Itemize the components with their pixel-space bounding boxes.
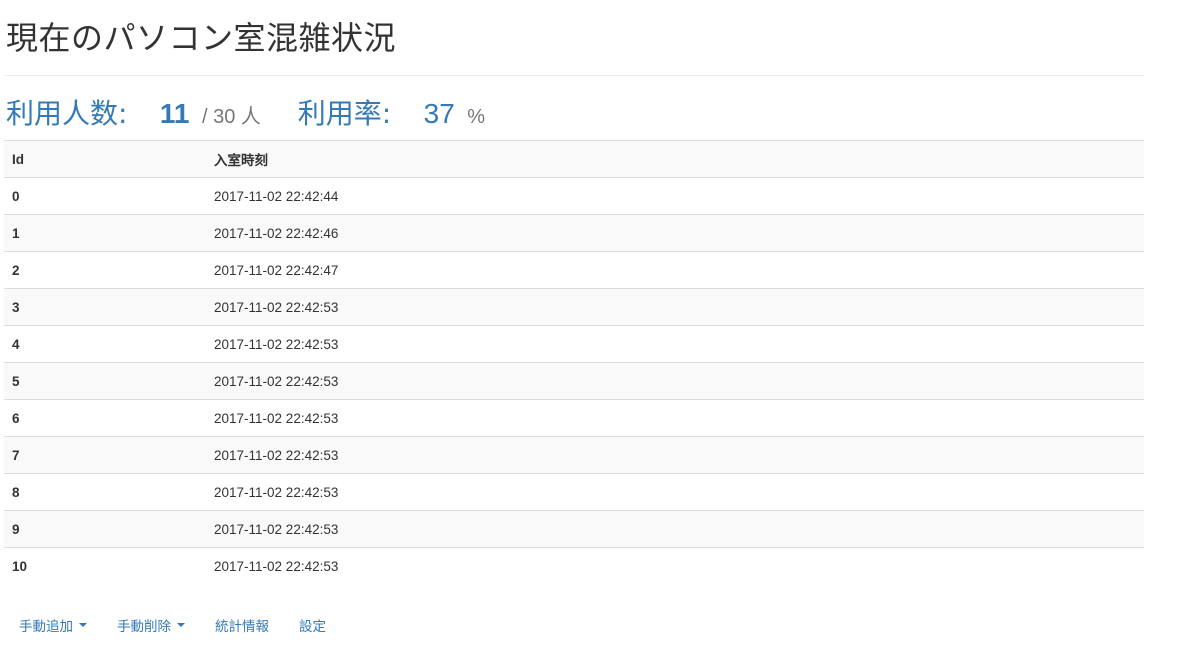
page-title: 現在のパソコン室混雑状況 — [4, 0, 1144, 76]
main-container: 現在のパソコン室混雑状況 利用人数: 11 / 30 人 利用率: 37 % I… — [4, 0, 1144, 585]
table-row: 4 2017-11-02 22:42:53 — [4, 325, 1144, 363]
column-header-entry-time: 入室時刻 — [206, 140, 1144, 178]
row-id: 1 — [4, 214, 206, 252]
row-id: 0 — [4, 177, 206, 215]
users-table: Id 入室時刻 0 2017-11-02 22:42:44 1 2017-11-… — [4, 140, 1144, 585]
table-row: 7 2017-11-02 22:42:53 — [4, 436, 1144, 474]
table-row: 3 2017-11-02 22:42:53 — [4, 288, 1144, 326]
table-row: 2 2017-11-02 22:42:47 — [4, 251, 1144, 289]
manual-delete-dropdown[interactable]: 手動削除 — [102, 615, 200, 635]
users-count: 11 — [159, 98, 190, 129]
row-id: 2 — [4, 251, 206, 289]
row-entry-time: 2017-11-02 22:42:46 — [206, 214, 1144, 252]
row-entry-time: 2017-11-02 22:42:53 — [206, 510, 1144, 548]
row-id: 8 — [4, 473, 206, 511]
caret-down-icon — [177, 623, 185, 627]
table-row: 9 2017-11-02 22:42:53 — [4, 510, 1144, 548]
manual-add-label: 手動追加 — [19, 619, 73, 635]
row-id: 7 — [4, 436, 206, 474]
usage-stats: 利用人数: 11 / 30 人 利用率: 37 % — [4, 76, 1144, 140]
row-entry-time: 2017-11-02 22:42:53 — [206, 399, 1144, 437]
row-id: 6 — [4, 399, 206, 437]
statistics-link[interactable]: 統計情報 — [200, 615, 284, 635]
rate-unit: % — [467, 106, 486, 128]
row-id: 9 — [4, 510, 206, 548]
table-row: 10 2017-11-02 22:42:53 — [4, 547, 1144, 585]
settings-link[interactable]: 設定 — [284, 615, 341, 635]
row-id: 5 — [4, 362, 206, 400]
settings-label: 設定 — [299, 619, 326, 635]
row-entry-time: 2017-11-02 22:42:53 — [206, 436, 1144, 474]
caret-down-icon — [79, 623, 87, 627]
manual-add-dropdown[interactable]: 手動追加 — [4, 615, 102, 635]
capacity-text: / 30 人 — [201, 106, 261, 128]
statistics-label: 統計情報 — [215, 619, 269, 635]
table-header-row: Id 入室時刻 — [4, 140, 1144, 178]
row-id: 4 — [4, 325, 206, 363]
row-entry-time: 2017-11-02 22:42:53 — [206, 473, 1144, 511]
bottom-nav: 手動追加 手動削除 統計情報 設定 — [4, 610, 341, 640]
column-header-id: Id — [4, 140, 206, 178]
table-row: 1 2017-11-02 22:42:46 — [4, 214, 1144, 252]
rate-value: 37 — [423, 98, 455, 129]
table-row: 8 2017-11-02 22:42:53 — [4, 473, 1144, 511]
row-entry-time: 2017-11-02 22:42:53 — [206, 288, 1144, 326]
rate-label: 利用率: — [297, 97, 392, 130]
table-row: 6 2017-11-02 22:42:53 — [4, 399, 1144, 437]
row-entry-time: 2017-11-02 22:42:47 — [206, 251, 1144, 289]
users-label: 利用人数: — [6, 97, 128, 130]
row-entry-time: 2017-11-02 22:42:53 — [206, 325, 1144, 363]
manual-delete-label: 手動削除 — [117, 619, 171, 635]
row-id: 10 — [4, 547, 206, 585]
row-id: 3 — [4, 288, 206, 326]
row-entry-time: 2017-11-02 22:42:53 — [206, 362, 1144, 400]
row-entry-time: 2017-11-02 22:42:53 — [206, 547, 1144, 585]
table-row: 5 2017-11-02 22:42:53 — [4, 362, 1144, 400]
table-row: 0 2017-11-02 22:42:44 — [4, 177, 1144, 215]
row-entry-time: 2017-11-02 22:42:44 — [206, 177, 1144, 215]
